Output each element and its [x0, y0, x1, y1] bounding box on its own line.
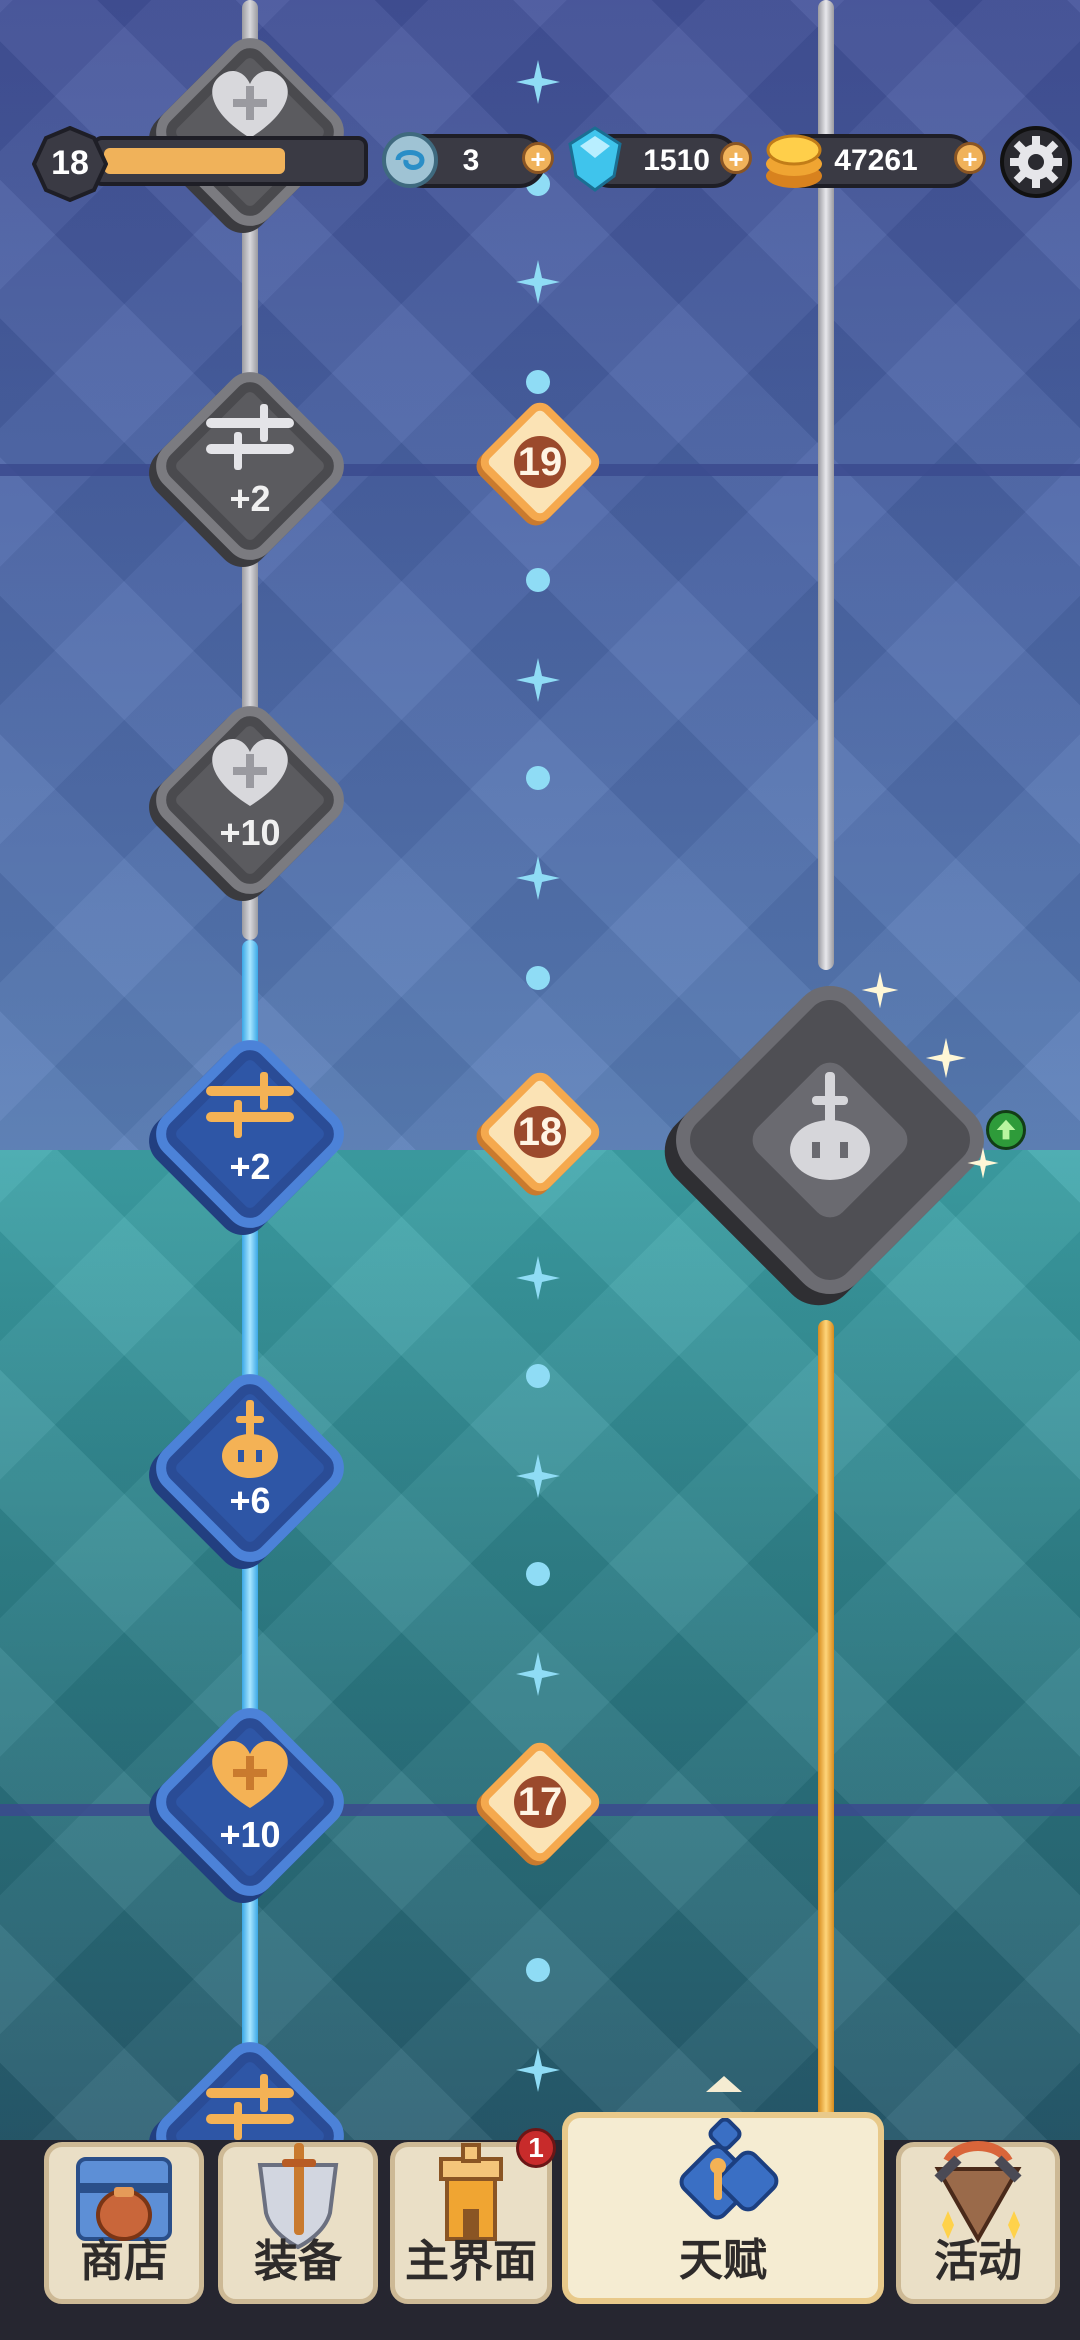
add-rune-button[interactable]: + [522, 142, 554, 174]
tab-label: 装备 [254, 2237, 342, 2286]
tab-talent[interactable]: 天赋 [562, 2112, 884, 2304]
diamond-gem-icon [568, 126, 622, 192]
tab-label: 主界面 [405, 2237, 537, 2286]
talent-value: +2 [229, 1146, 271, 1187]
milestone-level: 19 [517, 440, 563, 484]
helmet-sword-icon [790, 1072, 870, 1180]
rune-stone-icon [382, 132, 438, 188]
tab-shop[interactable]: 商店 [44, 2142, 204, 2304]
talent-value: +6 [229, 1480, 271, 1521]
sparkle-icon [925, 1037, 967, 1079]
sparkle-icon [967, 1147, 999, 1179]
special-track-unlocked [818, 1320, 834, 2140]
tab-label: 商店 [80, 2237, 168, 2286]
top-hud: 18 3 + 1510 + 47261 + [0, 126, 1080, 202]
talent-node-attack-locked[interactable]: +2 [140, 356, 360, 576]
gear-icon [1010, 136, 1062, 188]
path-dot [526, 1364, 550, 1388]
active-tab-caret [706, 2076, 742, 2092]
add-gem-button[interactable]: + [720, 142, 752, 174]
milestone-level: 18 [517, 1110, 563, 1154]
xp-bar [92, 136, 368, 186]
gold-coins-icon [766, 134, 822, 188]
crossed-swords-icon [206, 1072, 294, 1138]
path-dot [526, 966, 550, 990]
path-dot [526, 1958, 550, 1982]
level-milestone: 18 [470, 1062, 610, 1202]
sparkle-icon [516, 1256, 560, 1300]
player-level: 18 [51, 144, 89, 182]
path-dot [526, 370, 550, 394]
talent-key-icon [679, 2118, 779, 2220]
sparkle-icon [516, 1652, 560, 1696]
level-milestone: 17 [470, 1732, 610, 1872]
tab-equipment[interactable]: 装备 [218, 2142, 378, 2304]
rune-count: 3 [462, 144, 480, 177]
path-dot [526, 766, 550, 790]
talent-value: +10 [219, 1814, 281, 1855]
talent-value: +10 [219, 812, 281, 853]
helmet-sword-icon [222, 1400, 278, 1478]
coin-count: 47261 [834, 144, 918, 177]
milestone-level: 17 [517, 1780, 563, 1824]
sparkle-icon [861, 971, 899, 1009]
talent-node-attack-unlocked[interactable]: +2 [140, 1024, 360, 1244]
add-coin-button[interactable]: + [954, 142, 986, 174]
notification-badge: 1 [516, 2128, 556, 2168]
talent-node-hp-locked[interactable]: +10 [140, 690, 360, 910]
settings-button[interactable] [1000, 126, 1072, 198]
tab-label: 天赋 [679, 2236, 767, 2285]
sparkle-icon [516, 60, 560, 104]
heart-icon [212, 1740, 288, 1808]
sparkle-icon [516, 856, 560, 900]
level-milestone: 19 [470, 392, 610, 532]
sparkle-icon [516, 2048, 560, 2092]
talent-node-hp-unlocked[interactable]: +10 [140, 1692, 360, 1912]
talent-value: +2 [229, 478, 271, 519]
arrow-up-icon [986, 1110, 1026, 1150]
crossed-swords-icon [206, 404, 294, 470]
sparkle-icon [516, 1454, 560, 1498]
talent-node-power-unlocked[interactable]: +6 [140, 1358, 360, 1578]
sparkle-icon [516, 260, 560, 304]
tab-events[interactable]: 活动 [896, 2141, 1060, 2304]
tab-label: 活动 [934, 2237, 1022, 2286]
path-dot [526, 1562, 550, 1586]
xp-bar-fill [104, 148, 285, 174]
special-talent-node[interactable] [660, 970, 1000, 1310]
path-dot [526, 568, 550, 592]
sparkle-icon [516, 658, 560, 702]
player-level-badge[interactable]: 18 [32, 126, 108, 202]
heart-icon [212, 738, 288, 806]
gem-count: 1510 [643, 144, 710, 177]
